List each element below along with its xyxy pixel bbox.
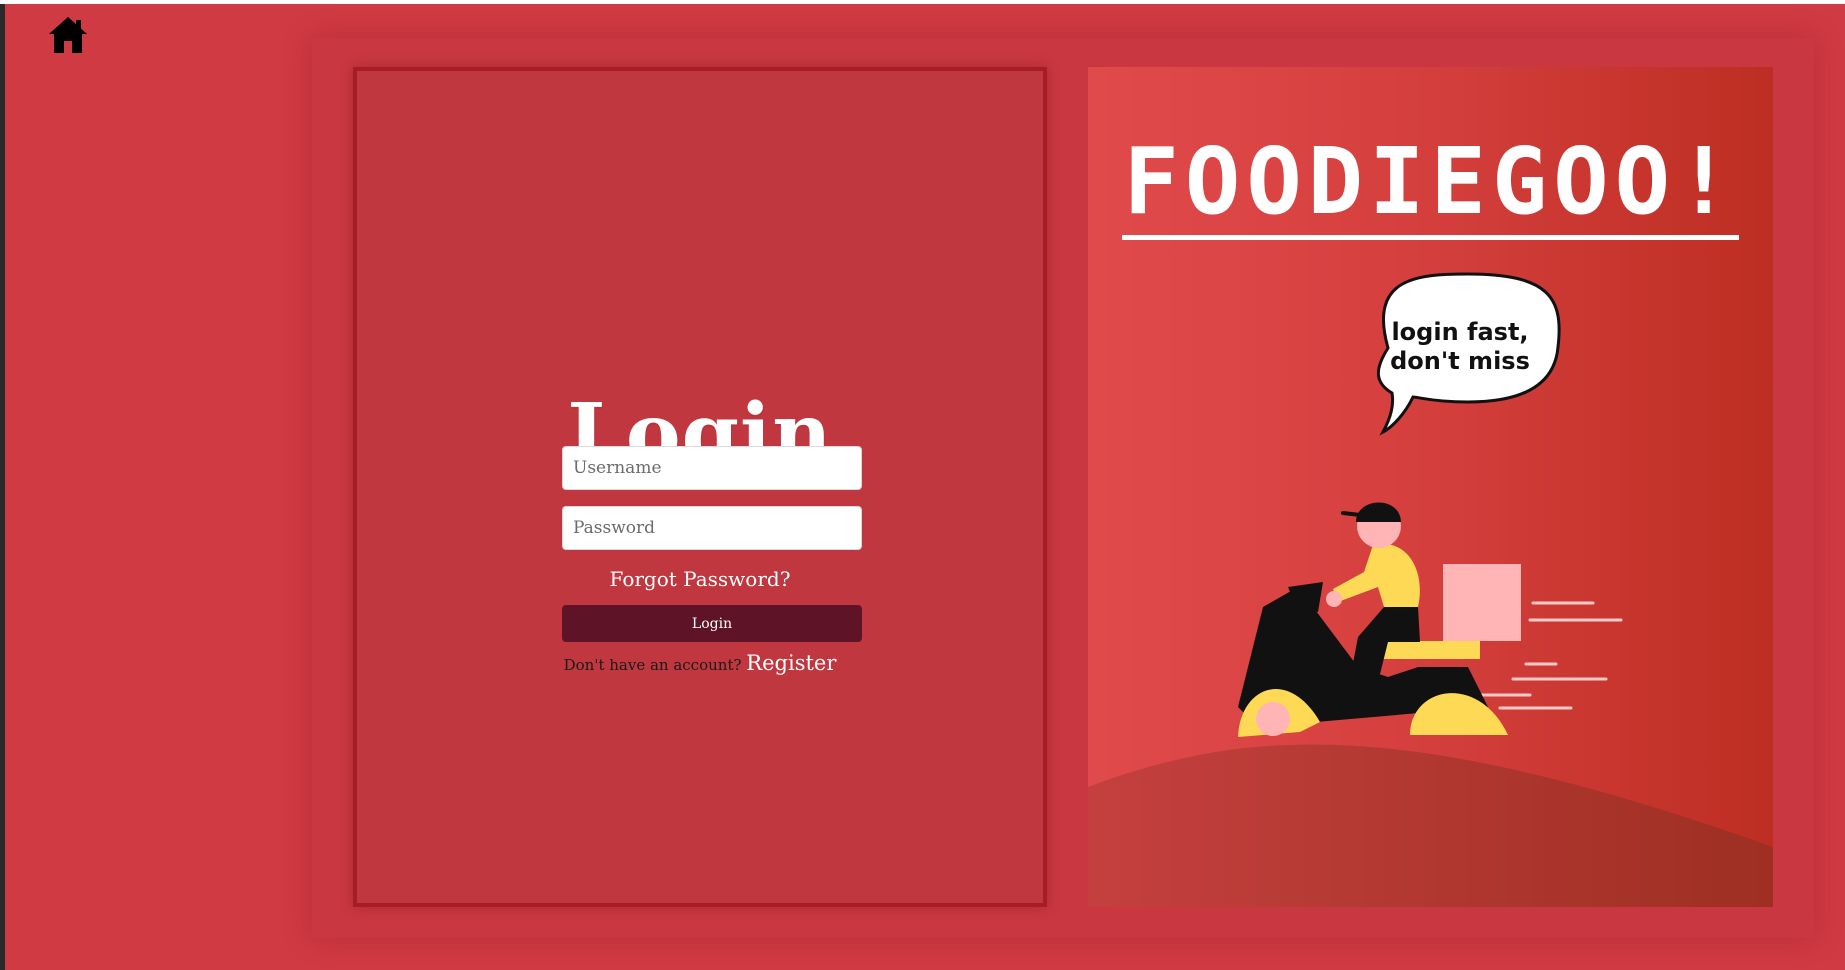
password-input[interactable] [562,506,862,550]
home-icon [49,17,87,53]
promo-panel: FOODIEGOO! login fast, don't miss [1088,67,1773,907]
register-link[interactable]: Register [746,651,836,675]
delivery-illustration: login fast, don't miss [1088,272,1773,907]
forgot-password-link[interactable]: Forgot Password? [357,567,1043,591]
speech-bubble: login fast, don't miss [1376,272,1561,436]
window-left-edge [0,4,5,970]
login-button[interactable]: Login [562,605,862,642]
delivery-box [1443,564,1521,641]
username-input[interactable] [562,446,862,490]
bubble-line-1: login fast, [1391,318,1528,346]
hill [1088,744,1773,907]
no-account-text: Don't have an account? [563,656,742,674]
window-top-strip [0,0,1845,4]
login-panel: Login Forgot Password? Login Don't have … [353,67,1047,907]
bubble-line-2: don't miss [1390,347,1530,375]
register-prompt: Don't have an account? Register [357,651,1043,675]
home-button[interactable] [46,14,90,56]
